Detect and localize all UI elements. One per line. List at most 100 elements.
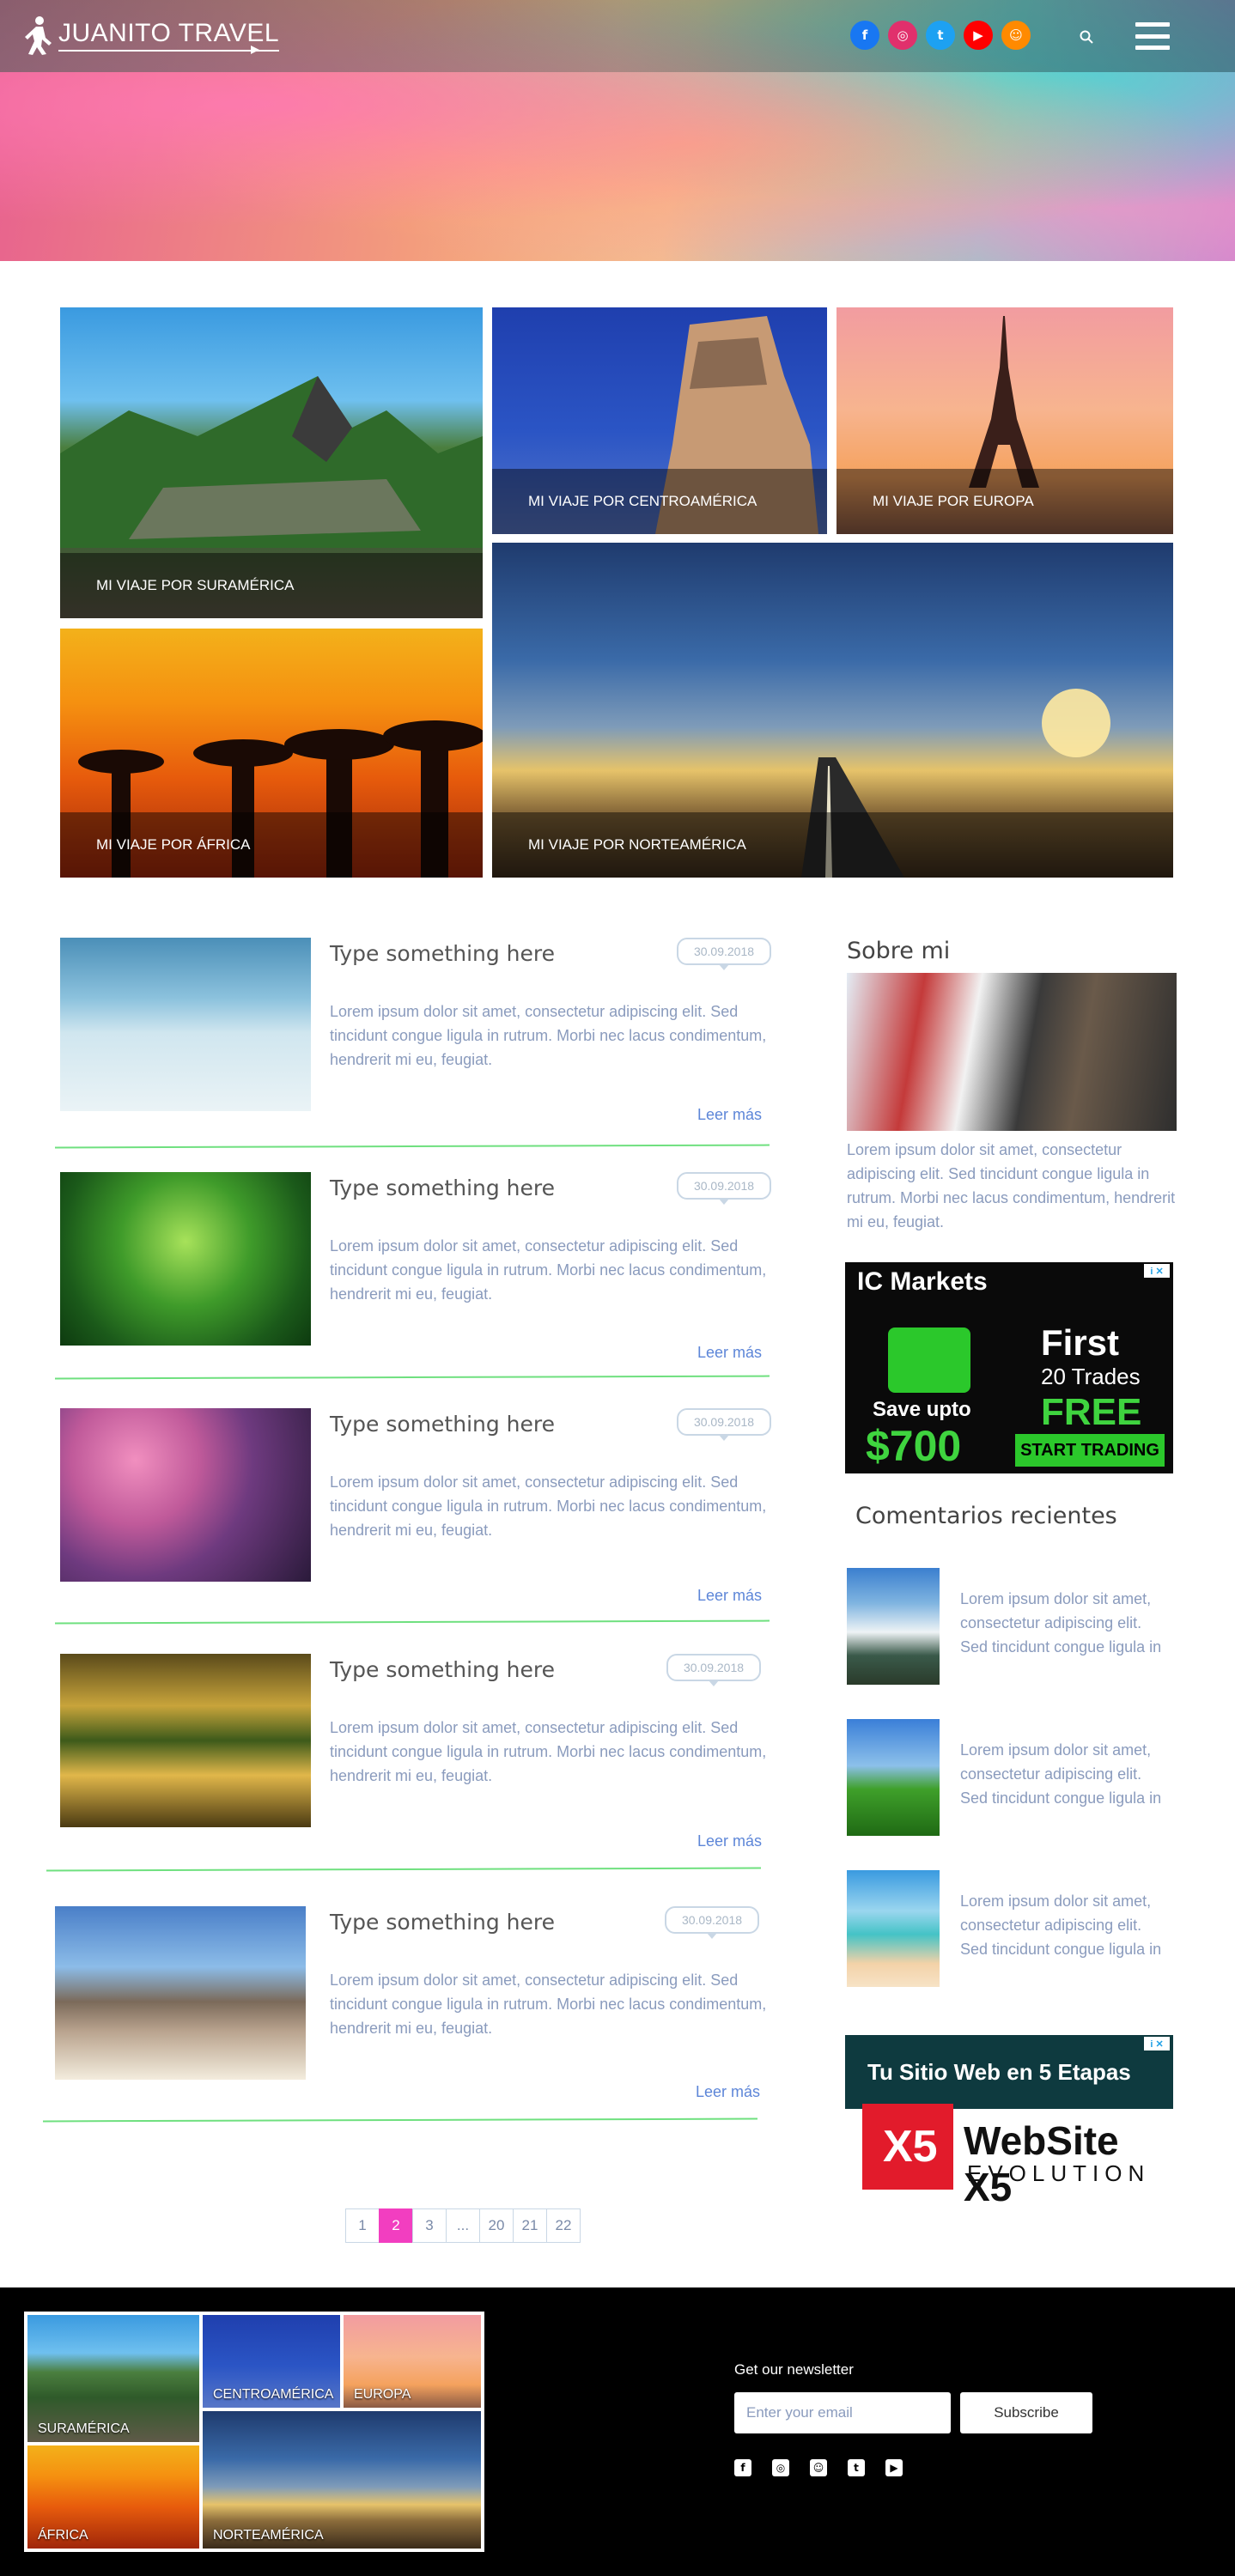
subscribe-button[interactable]: Subscribe <box>960 2392 1092 2433</box>
newsletter-label: Get our newsletter <box>734 2361 854 2378</box>
post-thumbnail[interactable] <box>55 1906 306 2080</box>
recent-comment-thumbnail <box>847 1870 940 1987</box>
post-title[interactable]: Type something here <box>330 1910 555 1935</box>
snapchat-icon[interactable]: ☺ <box>1001 21 1031 50</box>
read-more-link[interactable]: Leer más <box>697 1344 762 1362</box>
page-button-20[interactable]: 20 <box>479 2208 514 2243</box>
site-logo[interactable]: JUANITO TRAVEL <box>21 15 280 55</box>
page-button-22[interactable]: 22 <box>546 2208 581 2243</box>
post-date-badge: 30.09.2018 <box>677 1172 771 1205</box>
footer-tile-label: ÁFRICA <box>38 2528 88 2543</box>
page-button-21[interactable]: 21 <box>513 2208 547 2243</box>
about-heading: Sobre mi <box>847 938 951 964</box>
hamburger-menu-icon[interactable] <box>1135 22 1170 50</box>
read-more-link[interactable]: Leer más <box>696 2083 760 2101</box>
page-ellipsis: ... <box>446 2208 480 2243</box>
post-excerpt: Lorem ipsum dolor sit amet, consectetur … <box>330 1719 767 1784</box>
footer-tile-centroamerica[interactable]: CENTROAMÉRICA <box>203 2315 340 2408</box>
snapchat-icon[interactable]: ☺ <box>810 2459 827 2476</box>
post-title[interactable]: Type something here <box>330 1412 555 1437</box>
tile-caption: MI VIAJE POR NORTEAMÉRICA <box>492 812 1173 878</box>
ad-banner-icmarkets[interactable]: i ✕ IC Markets First 20 Trades FREE Save… <box>845 1262 1173 1473</box>
post-thumbnail[interactable] <box>60 938 311 1111</box>
top-navigation-bar: JUANITO TRAVEL f ◎ t ▶ ☺ <box>0 0 1235 72</box>
page-button-3[interactable]: 3 <box>412 2208 447 2243</box>
eiffel-tower-illustration <box>969 316 1039 488</box>
post-divider <box>54 1144 770 1149</box>
header-social-links: f ◎ t ▶ ☺ <box>850 21 1031 50</box>
logo-arrow-icon <box>251 46 259 54</box>
read-more-link[interactable]: Leer más <box>697 1832 762 1850</box>
footer-tile-label: EUROPA <box>354 2387 411 2402</box>
about-photo <box>847 973 1177 1131</box>
ad-line3: FREE <box>1041 1391 1142 1433</box>
newsletter-email-input[interactable] <box>734 2392 951 2433</box>
ad-cta-button[interactable]: START TRADING <box>1015 1434 1165 1467</box>
post-title[interactable]: Type something here <box>330 1176 555 1200</box>
ad-save-text: Save upto <box>873 1398 971 1421</box>
post-excerpt: Lorem ipsum dolor sit amet, consectetur … <box>330 1003 767 1068</box>
post-divider <box>46 1867 762 1872</box>
footer-tile-africa[interactable]: ÁFRICA <box>27 2445 199 2549</box>
tile-caption: MI VIAJE POR SURAMÉRICA <box>60 553 483 618</box>
adchoices-icon[interactable]: i ✕ <box>1144 2037 1170 2050</box>
search-icon[interactable] <box>1074 24 1099 50</box>
facebook-icon[interactable]: f <box>734 2459 751 2476</box>
read-more-link[interactable]: Leer más <box>697 1587 762 1605</box>
ad-banner-websitex5[interactable]: Tu Sitio Web en 5 Etapas i ✕ X5 WebSite … <box>845 2035 1173 2209</box>
ad2-subtitle: EVOLUTION <box>967 2160 1151 2186</box>
post-excerpt: Lorem ipsum dolor sit amet, consectetur … <box>330 1473 767 1539</box>
footer-tile-label: CENTROAMÉRICA <box>213 2387 334 2402</box>
instagram-icon[interactable]: ◎ <box>772 2459 789 2476</box>
footer: SURAMÉRICA CENTROAMÉRICA EUROPA ÁFRICA N… <box>0 2287 1235 2576</box>
read-more-link[interactable]: Leer más <box>697 1106 762 1124</box>
recent-comment-text: Lorem ipsum dolor sit amet, consectetur … <box>960 1590 1162 1656</box>
tile-europa[interactable]: MI VIAJE POR EUROPA <box>837 307 1173 534</box>
post-divider <box>42 2117 758 2123</box>
tile-suramerica[interactable]: MI VIAJE POR SURAMÉRICA <box>60 307 483 618</box>
facebook-icon[interactable]: f <box>850 21 879 50</box>
post-thumbnail[interactable] <box>60 1408 311 1582</box>
ad-amount: $700 <box>866 1422 962 1470</box>
tile-africa[interactable]: MI VIAJE POR ÁFRICA <box>60 629 483 878</box>
post-thumbnail[interactable] <box>60 1654 311 1827</box>
footer-social-links: f ◎ ☺ t ▶ <box>734 2459 903 2476</box>
post-date-badge: 30.09.2018 <box>666 1654 761 1686</box>
post-excerpt: Lorem ipsum dolor sit amet, consectetur … <box>330 1237 767 1303</box>
post-thumbnail[interactable] <box>60 1172 311 1346</box>
wallet-icon <box>888 1327 970 1393</box>
walking-traveler-icon <box>25 16 52 55</box>
tile-norteamerica[interactable]: MI VIAJE POR NORTEAMÉRICA <box>492 543 1173 878</box>
footer-tile-europa[interactable]: EUROPA <box>344 2315 481 2408</box>
post-title[interactable]: Type something here <box>330 1657 555 1682</box>
footer-tile-norteamerica[interactable]: NORTEAMÉRICA <box>203 2411 481 2549</box>
recent-comment-thumbnail <box>847 1719 940 1836</box>
page-button-1[interactable]: 1 <box>345 2208 380 2243</box>
footer-tile-label: NORTEAMÉRICA <box>213 2528 324 2543</box>
post-excerpt: Lorem ipsum dolor sit amet, consectetur … <box>330 1971 767 2037</box>
youtube-icon[interactable]: ▶ <box>885 2459 903 2476</box>
post-divider <box>54 1375 770 1380</box>
tile-caption: MI VIAJE POR CENTROAMÉRICA <box>492 469 827 534</box>
recent-comments-heading: Comentarios recientes <box>855 1503 1117 1529</box>
page-button-2-current[interactable]: 2 <box>379 2208 413 2243</box>
youtube-icon[interactable]: ▶ <box>964 21 993 50</box>
ad-brand: IC Markets <box>857 1267 988 1296</box>
tile-caption: MI VIAJE POR ÁFRICA <box>60 812 483 878</box>
footer-tile-label: SURAMÉRICA <box>38 2421 130 2436</box>
twitter-icon[interactable]: t <box>848 2459 865 2476</box>
mountain-illustration <box>60 376 483 548</box>
instagram-icon[interactable]: ◎ <box>888 21 917 50</box>
recent-comment-text: Lorem ipsum dolor sit amet, consectetur … <box>960 1741 1162 1807</box>
tile-caption: MI VIAJE POR EUROPA <box>837 469 1173 534</box>
tile-centroamerica[interactable]: MI VIAJE POR CENTROAMÉRICA <box>492 307 827 534</box>
post-title[interactable]: Type something here <box>330 941 555 966</box>
ad-line2: 20 Trades <box>1041 1364 1141 1389</box>
footer-tile-suramerica[interactable]: SURAMÉRICA <box>27 2315 199 2442</box>
pagination: 1 2 3 ... 20 21 22 <box>345 2208 581 2243</box>
about-text: Lorem ipsum dolor sit amet, consectetur … <box>847 1141 1176 1230</box>
ad2-headline: Tu Sitio Web en 5 Etapas <box>845 2035 1173 2109</box>
adchoices-icon[interactable]: i ✕ <box>1144 1264 1170 1278</box>
post-divider <box>54 1619 770 1625</box>
twitter-icon[interactable]: t <box>926 21 955 50</box>
